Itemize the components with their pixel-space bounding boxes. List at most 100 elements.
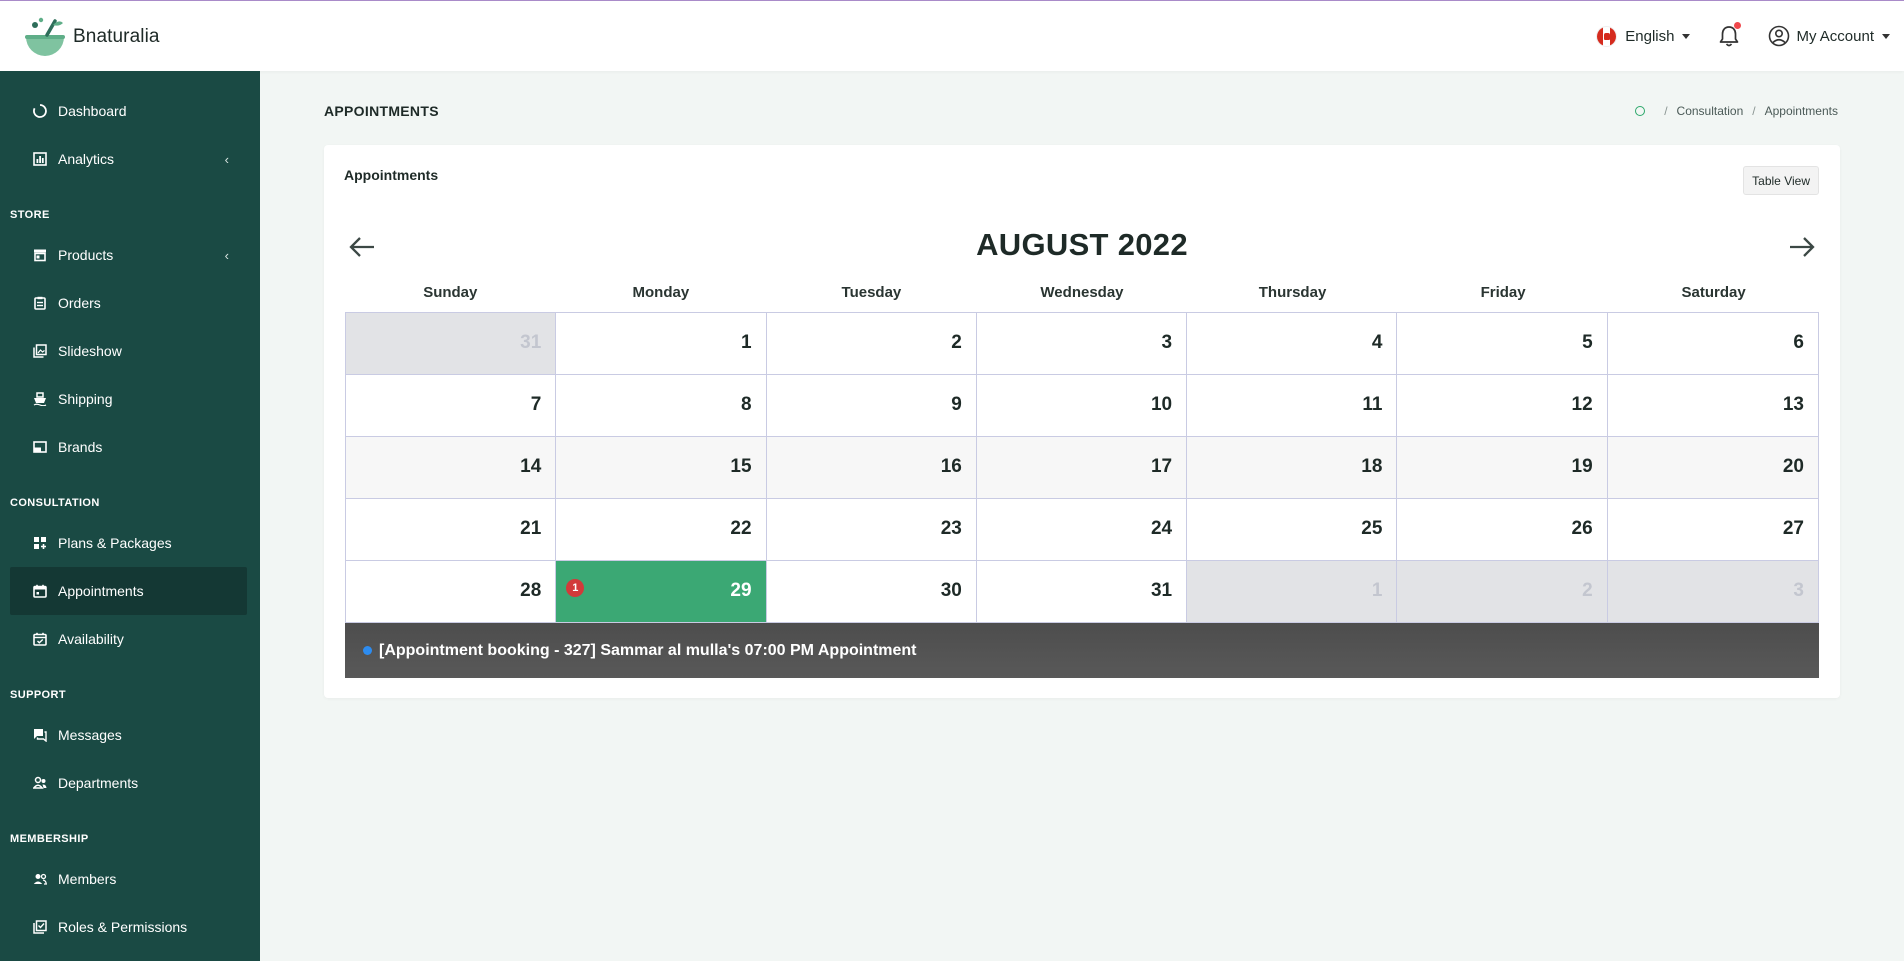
- sidebar-item-availability[interactable]: Availability: [10, 615, 247, 663]
- sidebar-item-orders[interactable]: Orders: [10, 279, 247, 327]
- calendar-day[interactable]: 21: [346, 499, 557, 561]
- section-support: SUPPORT: [10, 689, 66, 701]
- sidebar-item-plans-packages[interactable]: Plans & Packages: [10, 519, 247, 567]
- caret-down-icon: [1682, 33, 1691, 39]
- section-store: STORE: [10, 209, 50, 221]
- account-label: My Account: [1796, 27, 1874, 45]
- sidebar-item-brands[interactable]: Brands: [10, 423, 247, 471]
- calendar-day-selected[interactable]: 1 29: [556, 561, 767, 623]
- weekday-label: Monday: [632, 284, 690, 301]
- calendar-day[interactable]: 18: [1187, 437, 1398, 499]
- account-menu[interactable]: My Account: [1768, 25, 1890, 47]
- sidebar-item-roles-permissions[interactable]: Roles & Permissions: [10, 903, 247, 951]
- weekday-label: Tuesday: [841, 284, 902, 301]
- brand-icon: [32, 439, 48, 455]
- calendar-day[interactable]: 2: [766, 313, 977, 375]
- calendar-icon: [32, 583, 48, 599]
- calendar-day[interactable]: 6: [1607, 313, 1818, 375]
- sidebar-item-dashboard[interactable]: Dashboard: [10, 87, 247, 135]
- calendar-day[interactable]: 13: [1607, 375, 1818, 437]
- calendar-day[interactable]: 27: [1607, 499, 1818, 561]
- calendar-day[interactable]: 20: [1607, 437, 1818, 499]
- event-dot: [363, 646, 372, 655]
- next-month-button[interactable]: [1788, 235, 1816, 259]
- day-number: 24: [1150, 518, 1173, 539]
- day-number: 21: [520, 518, 542, 539]
- calendar-week: 21 22 23 24 25 26 27: [346, 499, 1818, 561]
- calendar-day[interactable]: 24: [976, 499, 1188, 561]
- calendar-day[interactable]: 30: [766, 561, 977, 623]
- sidebar-item-appointments[interactable]: Appointments: [10, 567, 247, 615]
- appointment-count-badge: 1: [566, 579, 585, 597]
- day-number: 29: [730, 580, 752, 601]
- sidebar-item-label: Dashboard: [58, 103, 127, 119]
- notifications-button[interactable]: [1718, 22, 1742, 48]
- day-number: 3: [1161, 332, 1173, 353]
- calendar-day[interactable]: 11: [1187, 375, 1398, 437]
- calendar-day[interactable]: 1: [1187, 561, 1398, 623]
- breadcrumb-separator: /: [1752, 104, 1756, 118]
- calendar-day[interactable]: 3: [976, 313, 1188, 375]
- day-number: 16: [940, 456, 962, 477]
- sidebar-item-members[interactable]: Members: [10, 855, 247, 903]
- calendar-day[interactable]: 3: [1607, 561, 1818, 623]
- calendar-day[interactable]: 25: [1187, 499, 1398, 561]
- header-actions: English My Account: [1596, 21, 1890, 51]
- calendar-day[interactable]: 5: [1397, 313, 1608, 375]
- calendar-day[interactable]: 17: [976, 437, 1188, 499]
- calendar-day[interactable]: 4: [1187, 313, 1398, 375]
- calendar-day[interactable]: 8: [556, 375, 767, 437]
- chevron-left-icon: ‹: [224, 248, 229, 263]
- calendar-day[interactable]: 9: [766, 375, 977, 437]
- members-icon: [32, 871, 48, 887]
- sidebar-item-messages[interactable]: Messages: [10, 711, 247, 759]
- day-number: 20: [1782, 456, 1804, 477]
- sidebar-item-products[interactable]: Products ‹: [10, 231, 247, 279]
- caret-down-icon: [1882, 33, 1890, 39]
- calendar-check-icon: [32, 631, 48, 647]
- day-number: 14: [520, 456, 542, 477]
- day-number: 22: [730, 518, 752, 539]
- calendar-day[interactable]: 1: [556, 313, 767, 375]
- brand-name: Bnaturalia: [73, 26, 160, 47]
- calendar-day[interactable]: 7: [346, 375, 557, 437]
- section-membership: MEMBERSHIP: [10, 833, 89, 845]
- calendar-day[interactable]: 10: [976, 375, 1188, 437]
- sidebar-item-label: Plans & Packages: [58, 535, 172, 551]
- table-view-button[interactable]: Table View: [1743, 166, 1819, 195]
- calendar-day[interactable]: 22: [556, 499, 767, 561]
- sidebar-item-label: Orders: [58, 295, 101, 311]
- sidebar-item-analytics[interactable]: Analytics ‹: [10, 135, 247, 183]
- calendar-day[interactable]: 28: [346, 561, 557, 623]
- brand[interactable]: Bnaturalia: [23, 15, 160, 59]
- calendar-day[interactable]: 12: [1397, 375, 1608, 437]
- sidebar-item-label: Products: [58, 247, 114, 263]
- day-number: 4: [1371, 332, 1383, 353]
- weekday-label: Saturday: [1681, 284, 1746, 301]
- day-number: 19: [1571, 456, 1593, 477]
- calendar-day[interactable]: 19: [1397, 437, 1608, 499]
- calendar-day[interactable]: 23: [766, 499, 977, 561]
- calendar-day[interactable]: 31: [346, 313, 557, 375]
- calendar-day[interactable]: 15: [556, 437, 767, 499]
- calendar-day[interactable]: 2: [1397, 561, 1608, 623]
- sidebar-item-shipping[interactable]: Shipping: [10, 375, 247, 423]
- messages-icon: [32, 727, 48, 743]
- top-bar: Bnaturalia English My Account: [0, 0, 1904, 71]
- calendar-day[interactable]: 14: [346, 437, 557, 499]
- arrow-right-icon: [1790, 237, 1815, 257]
- appointments-card: Appointments Table View AUGUST 2022 Sund…: [324, 145, 1840, 698]
- sidebar-item-departments[interactable]: Departments: [10, 759, 247, 807]
- breadcrumb-consultation[interactable]: Consultation: [1677, 104, 1744, 118]
- event-item[interactable]: [Appointment booking - 327] Sammar al mu…: [345, 623, 1819, 678]
- day-number: 25: [1361, 518, 1383, 539]
- calendar-day[interactable]: 31: [976, 561, 1188, 623]
- calendar-day[interactable]: 16: [766, 437, 977, 499]
- calendar-week: 7 8 9 10 11 12 13: [346, 375, 1818, 437]
- sidebar-item-slideshow[interactable]: Slideshow: [10, 327, 247, 375]
- store-icon: [32, 247, 48, 263]
- home-icon[interactable]: [1635, 106, 1646, 116]
- day-number: 1: [1371, 580, 1383, 601]
- language-selector[interactable]: English: [1596, 25, 1691, 47]
- calendar-day[interactable]: 26: [1397, 499, 1608, 561]
